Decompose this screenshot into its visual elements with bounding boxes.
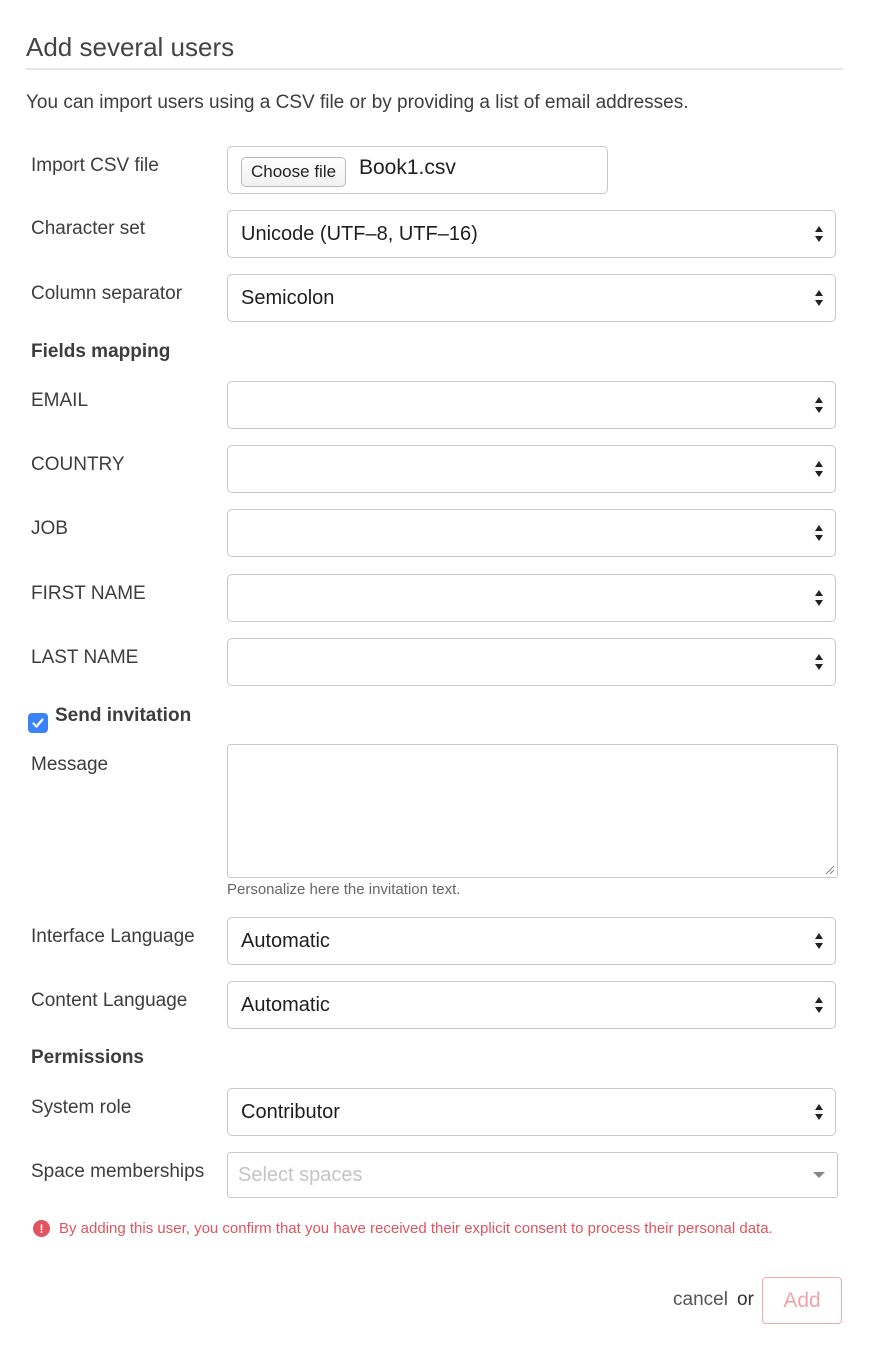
content-language-value: Automatic — [241, 993, 330, 1016]
intro-text: You can import users using a CSV file or… — [26, 92, 689, 113]
select-arrows-icon — [815, 525, 823, 541]
select-arrows-icon — [815, 654, 823, 670]
select-arrows-icon — [815, 461, 823, 477]
file-input[interactable]: Choose file Book1.csv — [227, 146, 608, 194]
mapping-select-first-name[interactable] — [227, 574, 836, 622]
add-button[interactable]: Add — [762, 1277, 842, 1324]
permissions-heading: Permissions — [31, 1047, 144, 1068]
system-role-select[interactable]: Contributor — [227, 1088, 836, 1136]
select-arrows-icon — [815, 590, 823, 606]
mapping-select-last-name[interactable] — [227, 638, 836, 686]
fields-mapping-heading: Fields mapping — [31, 341, 171, 362]
message-hint: Personalize here the invitation text. — [227, 881, 461, 898]
mapping-label-last-name: LAST NAME — [31, 647, 139, 668]
message-label: Message — [31, 754, 109, 775]
mapping-label-first-name: FIRST NAME — [31, 583, 146, 604]
title-divider — [26, 68, 843, 70]
mapping-label-email: EMAIL — [31, 390, 89, 411]
choose-file-button[interactable]: Choose file — [241, 157, 347, 187]
page-title: Add several users — [26, 32, 235, 62]
select-arrows-icon — [815, 226, 823, 242]
select-arrows-icon — [815, 1104, 823, 1120]
checkmark-icon — [32, 718, 44, 728]
space-memberships-label: Space memberships — [31, 1161, 205, 1182]
exclamation-circle-icon: ! — [33, 1220, 50, 1237]
mapping-select-country[interactable] — [227, 445, 836, 493]
send-invitation-checkbox[interactable] — [28, 713, 48, 733]
content-language-select[interactable]: Automatic — [227, 981, 836, 1029]
send-invitation-label: Send invitation — [55, 705, 192, 726]
message-textarea[interactable] — [227, 744, 838, 878]
charset-select[interactable]: Unicode (UTF–8, UTF–16) — [227, 210, 836, 258]
or-text: or — [737, 1289, 754, 1310]
select-arrows-icon — [815, 997, 823, 1013]
consent-text: By adding this user, you confirm that yo… — [59, 1220, 773, 1237]
mapping-label-country: COUNTRY — [31, 454, 125, 475]
separator-select-value: Semicolon — [241, 286, 335, 309]
separator-select[interactable]: Semicolon — [227, 274, 836, 322]
caret-down-icon — [813, 1172, 825, 1178]
mapping-select-job[interactable] — [227, 509, 836, 557]
charset-select-value: Unicode (UTF–8, UTF–16) — [241, 222, 478, 245]
select-arrows-icon — [815, 290, 823, 306]
content-language-label: Content Language — [31, 990, 188, 1011]
cancel-link[interactable]: cancel — [673, 1289, 728, 1311]
import-csv-label: Import CSV file — [31, 155, 159, 176]
interface-language-value: Automatic — [241, 929, 330, 952]
mapping-label-job: JOB — [31, 518, 68, 539]
mapping-select-email[interactable] — [227, 381, 836, 429]
interface-language-label: Interface Language — [31, 926, 195, 947]
select-arrows-icon — [815, 397, 823, 413]
separator-label: Column separator — [31, 283, 183, 304]
space-memberships-select[interactable]: Select spaces — [227, 1152, 838, 1198]
space-memberships-placeholder: Select spaces — [238, 1163, 363, 1186]
system-role-label: System role — [31, 1097, 132, 1118]
selected-file-name: Book1.csv — [359, 156, 456, 179]
consent-notice: ! By adding this user, you confirm that … — [33, 1220, 773, 1237]
system-role-value: Contributor — [241, 1100, 340, 1123]
resize-handle-icon[interactable] — [825, 865, 835, 875]
select-arrows-icon — [815, 933, 823, 949]
interface-language-select[interactable]: Automatic — [227, 917, 836, 965]
charset-label: Character set — [31, 218, 146, 239]
